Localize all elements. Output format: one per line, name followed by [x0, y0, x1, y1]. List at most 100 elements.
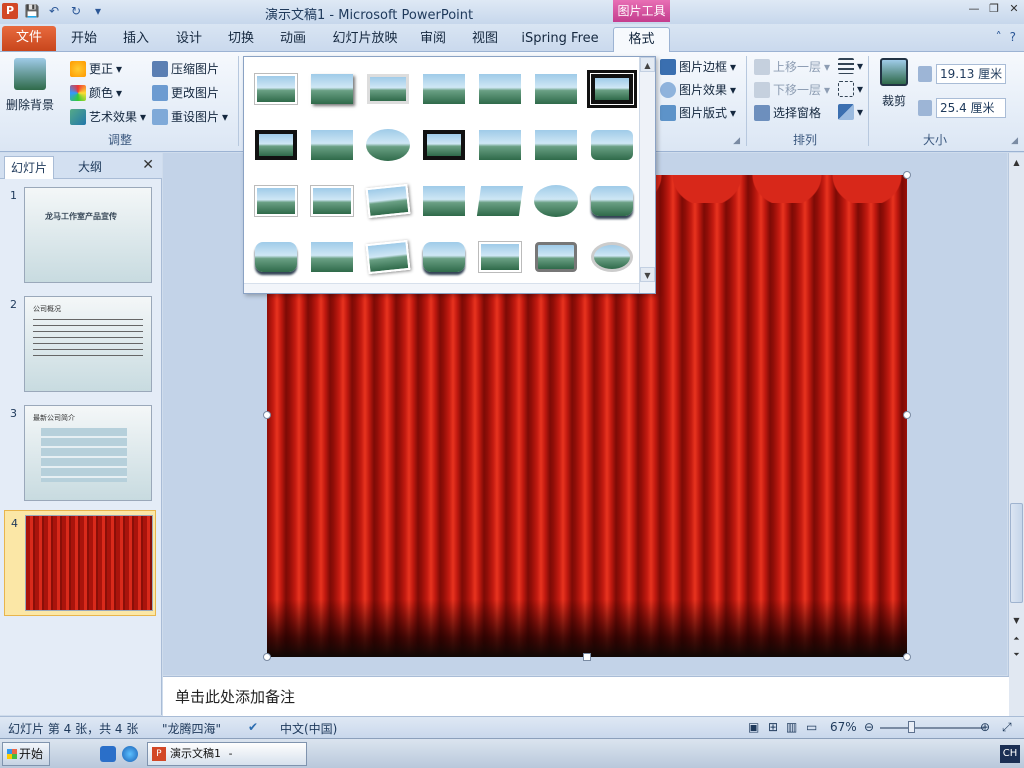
- picture-style-option[interactable]: [584, 117, 640, 173]
- zoom-in-icon[interactable]: ⊕: [980, 720, 990, 734]
- picture-style-option[interactable]: [416, 117, 472, 173]
- picture-style-option[interactable]: [304, 229, 360, 285]
- picture-style-option[interactable]: [528, 173, 584, 229]
- scroll-thumb[interactable]: [1010, 503, 1023, 603]
- gallery-resize-grip[interactable]: [244, 283, 639, 293]
- taskbar-powerpoint-window[interactable]: P 演示文稿1 - Microso...: [147, 742, 307, 766]
- tab-home[interactable]: 开始: [60, 27, 108, 52]
- input-method-indicator[interactable]: CH: [1000, 745, 1020, 763]
- picture-style-option[interactable]: [416, 61, 472, 117]
- tab-format[interactable]: 格式: [613, 27, 670, 53]
- slide-sorter-view-icon[interactable]: ⊞: [768, 720, 778, 734]
- picture-style-option[interactable]: [528, 229, 584, 285]
- compress-pictures-button[interactable]: 压缩图片: [152, 60, 219, 77]
- resize-handle[interactable]: [263, 653, 271, 661]
- zoom-slider-thumb[interactable]: [908, 721, 915, 733]
- normal-view-icon[interactable]: ▣: [748, 720, 759, 734]
- tab-file[interactable]: 文件: [2, 26, 56, 51]
- picture-style-option[interactable]: [360, 61, 416, 117]
- resize-handle[interactable]: [583, 653, 591, 661]
- picture-style-option[interactable]: [416, 229, 472, 285]
- collapse-ribbon-icon[interactable]: ˄: [996, 30, 1002, 44]
- align-button[interactable]: ▾: [838, 58, 863, 74]
- picture-style-option[interactable]: [304, 61, 360, 117]
- picture-layout-button[interactable]: 图片版式 ▾: [660, 104, 736, 121]
- picture-style-option[interactable]: [248, 117, 304, 173]
- close-icon[interactable]: ✕: [1008, 2, 1020, 15]
- size-launcher-icon[interactable]: ◢: [1011, 136, 1018, 146]
- tab-animations[interactable]: 动画: [269, 27, 317, 52]
- theme-name-status[interactable]: "龙腾四海": [162, 720, 221, 737]
- bring-forward-button[interactable]: 上移一层 ▾: [754, 58, 830, 75]
- picture-style-option[interactable]: [584, 61, 640, 117]
- redo-icon[interactable]: ↻: [68, 3, 84, 19]
- slide-thumbnail-1[interactable]: 1 龙马工作室产品宣传: [4, 183, 156, 287]
- scroll-up-icon[interactable]: ▲: [1009, 155, 1024, 170]
- gallery-scrollbar[interactable]: ▲ ▼: [639, 57, 655, 293]
- resize-handle[interactable]: [903, 411, 911, 419]
- scroll-down-icon[interactable]: ▼: [1009, 613, 1024, 628]
- picture-effects-button[interactable]: 图片效果 ▾: [660, 81, 736, 98]
- resize-handle[interactable]: [903, 171, 911, 179]
- notes-pane[interactable]: 单击此处添加备注: [163, 676, 1009, 716]
- tab-slides[interactable]: 幻灯片: [4, 156, 55, 179]
- picture-style-option[interactable]: [584, 173, 640, 229]
- tab-view[interactable]: 视图: [461, 27, 509, 52]
- browser-quicklaunch-icon[interactable]: [122, 746, 138, 762]
- artistic-effects-button[interactable]: 艺术效果 ▾: [70, 108, 146, 125]
- tab-slideshow[interactable]: 幻灯片放映: [325, 27, 405, 52]
- picture-style-option[interactable]: [304, 173, 360, 229]
- help-icon[interactable]: ?: [1010, 30, 1016, 44]
- next-slide-icon[interactable]: ⏷: [1009, 647, 1024, 662]
- minimize-icon[interactable]: —: [968, 2, 980, 15]
- picture-style-option[interactable]: [304, 117, 360, 173]
- reading-view-icon[interactable]: ▥: [786, 720, 797, 734]
- picture-style-option[interactable]: [528, 61, 584, 117]
- picture-style-option[interactable]: [472, 61, 528, 117]
- zoom-level[interactable]: 67%: [830, 720, 857, 734]
- change-picture-button[interactable]: 更改图片: [152, 84, 219, 101]
- tab-insert[interactable]: 插入: [112, 27, 160, 52]
- restore-icon[interactable]: ❐: [988, 2, 1000, 15]
- undo-icon[interactable]: ↶: [46, 3, 62, 19]
- picture-style-option[interactable]: [360, 117, 416, 173]
- language-status[interactable]: 中文(中国): [280, 720, 337, 737]
- explorer-quicklaunch-icon[interactable]: [100, 746, 116, 762]
- picture-style-option[interactable]: [416, 173, 472, 229]
- editor-vertical-scrollbar[interactable]: ▲ ▼ ⏶ ⏷: [1008, 153, 1024, 716]
- tab-ispring[interactable]: iSpring Free: [515, 27, 605, 52]
- selection-pane-button[interactable]: 选择窗格: [754, 104, 821, 121]
- picture-style-option[interactable]: [472, 229, 528, 285]
- picture-border-button[interactable]: 图片边框 ▾: [660, 58, 736, 75]
- zoom-out-icon[interactable]: ⊖: [864, 720, 874, 734]
- slide-thumbnail-4[interactable]: 4: [4, 510, 156, 616]
- crop-button[interactable]: 裁剪: [874, 58, 914, 109]
- slide-thumbnail-2[interactable]: 2 公司概况: [4, 292, 156, 396]
- picture-style-option[interactable]: [360, 173, 416, 229]
- powerpoint-app-icon[interactable]: P: [2, 3, 18, 19]
- spellcheck-icon[interactable]: ✔: [248, 720, 258, 734]
- corrections-button[interactable]: 更正 ▾: [70, 60, 122, 77]
- picture-style-option[interactable]: [248, 61, 304, 117]
- width-input[interactable]: 25.4 厘米: [936, 98, 1006, 118]
- tab-review[interactable]: 审阅: [409, 27, 457, 52]
- picture-style-option[interactable]: [472, 173, 528, 229]
- resize-handle[interactable]: [903, 653, 911, 661]
- resize-handle[interactable]: [263, 411, 271, 419]
- send-backward-button[interactable]: 下移一层 ▾: [754, 81, 830, 98]
- picture-style-option[interactable]: [528, 117, 584, 173]
- color-button[interactable]: 颜色 ▾: [70, 84, 122, 101]
- slideshow-view-icon[interactable]: ▭: [806, 720, 817, 734]
- close-panel-icon[interactable]: ✕: [142, 157, 154, 173]
- reset-picture-button[interactable]: 重设图片 ▾: [152, 108, 228, 125]
- customize-qat-icon[interactable]: ▾: [90, 3, 106, 19]
- picture-style-option[interactable]: [360, 229, 416, 285]
- picture-style-option[interactable]: [472, 117, 528, 173]
- zoom-slider[interactable]: [880, 727, 984, 729]
- start-button[interactable]: 开始: [2, 742, 50, 766]
- gallery-scroll-down-icon[interactable]: ▼: [640, 267, 655, 282]
- tab-outline[interactable]: 大纲: [72, 156, 108, 179]
- tab-design[interactable]: 设计: [165, 27, 213, 52]
- picture-style-option[interactable]: [248, 173, 304, 229]
- fit-to-window-icon[interactable]: ⤢: [1002, 720, 1012, 735]
